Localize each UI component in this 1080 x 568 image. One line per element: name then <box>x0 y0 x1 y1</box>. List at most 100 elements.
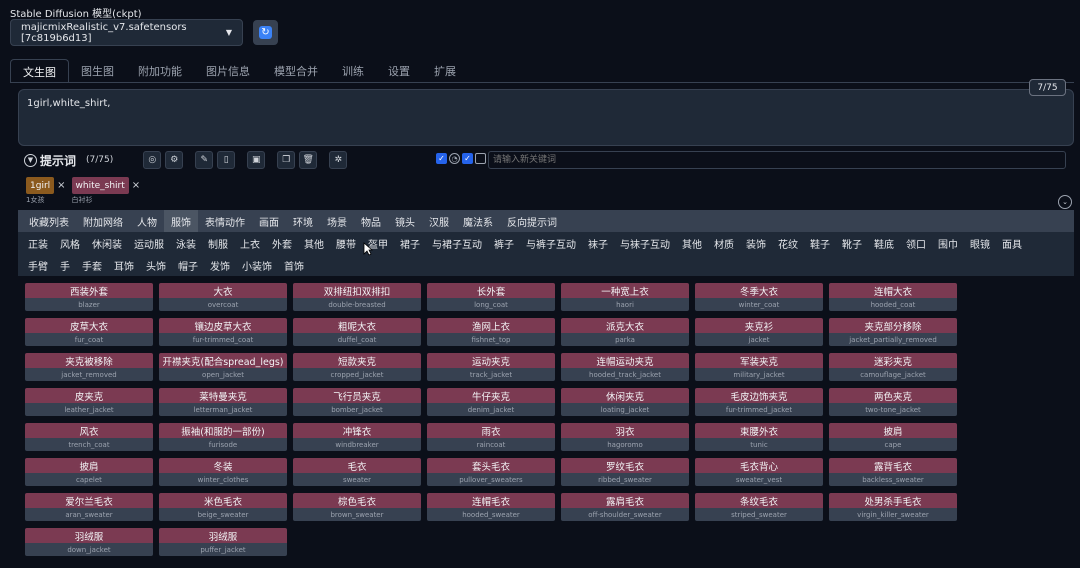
tag-button[interactable]: 西装外套 blazer <box>25 283 153 311</box>
tag-button[interactable]: 连帽大衣 hooded_coat <box>829 283 957 311</box>
category-tab[interactable]: 表情动作 <box>198 210 252 232</box>
subcategory-tab[interactable]: 小装饰 <box>236 254 278 276</box>
subcategory-tab[interactable]: 与袜子互动 <box>614 232 676 254</box>
subcategory-tab[interactable]: 休闲装 <box>86 232 128 254</box>
subcategory-tab[interactable]: 材质 <box>708 232 740 254</box>
chip-tag[interactable]: white_shirt <box>71 177 129 194</box>
prompt-section-toggle[interactable]: ▼ 提示词 (7/75) <box>24 152 113 169</box>
keyword-input[interactable] <box>488 151 1066 169</box>
tag-button[interactable]: 罗纹毛衣 ribbed_sweater <box>561 458 689 486</box>
tag-button[interactable]: 风衣 trench_coat <box>25 423 153 451</box>
tag-button[interactable]: 大衣 overcoat <box>159 283 287 311</box>
toggle-checkbox[interactable]: ✓ <box>462 153 473 164</box>
tag-button[interactable]: 棕色毛衣 brown_sweater <box>293 493 421 521</box>
subcategory-tab[interactable]: 领口 <box>900 232 932 254</box>
subcategory-tab[interactable]: 花纹 <box>772 232 804 254</box>
category-tab[interactable]: 魔法系 <box>456 210 500 232</box>
tag-button[interactable]: 毛皮边饰夹克 fur-trimmed_jacket <box>695 388 823 416</box>
category-tab[interactable]: 人物 <box>130 210 164 232</box>
category-tab[interactable]: 服饰 <box>164 210 198 232</box>
category-tab[interactable]: 环境 <box>286 210 320 232</box>
tag-button[interactable]: 爱尔兰毛衣 aran_sweater <box>25 493 153 521</box>
category-tab[interactable]: 附加网络 <box>76 210 130 232</box>
tab-3[interactable]: 图片信息 <box>194 59 262 83</box>
tag-button[interactable]: 条纹毛衣 striped_sweater <box>695 493 823 521</box>
subcategory-tab[interactable]: 裤子 <box>488 232 520 254</box>
tag-button[interactable]: 米色毛衣 beige_sweater <box>159 493 287 521</box>
copy-icon[interactable]: ❐ <box>277 151 296 169</box>
subcategory-tab[interactable]: 装饰 <box>740 232 772 254</box>
subcategory-tab[interactable]: 头饰 <box>140 254 172 276</box>
tag-button[interactable]: 羽绒服 puffer_jacket <box>159 528 287 556</box>
tab-4[interactable]: 模型合并 <box>262 59 330 83</box>
tag-button[interactable]: 冲锋衣 windbreaker <box>293 423 421 451</box>
subcategory-tab[interactable]: 上衣 <box>234 232 266 254</box>
tag-button[interactable]: 毛衣背心 sweater_vest <box>695 458 823 486</box>
category-tab[interactable]: 反向提示词 <box>500 210 564 232</box>
subcategory-tab[interactable]: 围巾 <box>932 232 964 254</box>
tag-button[interactable]: 处男杀手毛衣 virgin_killer_sweater <box>829 493 957 521</box>
tag-button[interactable]: 夹克衫 jacket <box>695 318 823 346</box>
subcategory-tab[interactable]: 风格 <box>54 232 86 254</box>
subcategory-tab[interactable]: 制服 <box>202 232 234 254</box>
tab-2[interactable]: 附加功能 <box>126 59 194 83</box>
tag-button[interactable]: 披肩 cape <box>829 423 957 451</box>
tag-button[interactable]: 一种宽上衣 haori <box>561 283 689 311</box>
tag-button[interactable]: 披肩 capelet <box>25 458 153 486</box>
subcategory-tab[interactable]: 其他 <box>298 232 330 254</box>
subcategory-tab[interactable]: 其他 <box>676 232 708 254</box>
tag-button[interactable]: 派克大衣 parka <box>561 318 689 346</box>
subcategory-tab[interactable]: 袜子 <box>582 232 614 254</box>
subcategory-tab[interactable]: 发饰 <box>204 254 236 276</box>
tab-1[interactable]: 图生图 <box>69 59 126 83</box>
tag-button[interactable]: 套头毛衣 pullover_sweaters <box>427 458 555 486</box>
tag-button[interactable]: 羽衣 hagoromo <box>561 423 689 451</box>
tag-button[interactable]: 粗呢大衣 duffel_coat <box>293 318 421 346</box>
tag-button[interactable]: 露肩毛衣 off-shoulder_sweater <box>561 493 689 521</box>
subcategory-tab[interactable]: 与裤子互动 <box>520 232 582 254</box>
subcategory-tab[interactable]: 手臂 <box>22 254 54 276</box>
subcategory-tab[interactable]: 眼镜 <box>964 232 996 254</box>
toggle-checkbox[interactable]: ✓ <box>436 153 447 164</box>
tag-button[interactable]: 振袖(和服的一部份) furisode <box>159 423 287 451</box>
image-icon[interactable]: ▣ <box>247 151 266 169</box>
tag-button[interactable]: 长外套 long_coat <box>427 283 555 311</box>
settings-icon[interactable]: ⚙ <box>165 151 184 169</box>
subcategory-tab[interactable]: 靴子 <box>836 232 868 254</box>
subcategory-tab[interactable]: 手套 <box>76 254 108 276</box>
subcategory-tab[interactable]: 帽子 <box>172 254 204 276</box>
tag-button[interactable]: 莱特曼夹克 letterman_jacket <box>159 388 287 416</box>
subcategory-tab[interactable]: 鞋子 <box>804 232 836 254</box>
subcategory-tab[interactable]: 耳饰 <box>108 254 140 276</box>
subcategory-tab[interactable]: 外套 <box>266 232 298 254</box>
tag-button[interactable]: 渔网上衣 fishnet_top <box>427 318 555 346</box>
subcategory-tab[interactable]: 泳装 <box>170 232 202 254</box>
chevron-down-icon[interactable]: ⌄ <box>1058 195 1072 209</box>
tab-0[interactable]: 文生图 <box>10 59 69 83</box>
tag-button[interactable]: 牛仔夹克 denim_jacket <box>427 388 555 416</box>
tag-button[interactable]: 军装夹克 military_jacket <box>695 353 823 381</box>
tag-button[interactable]: 镶边皮草大衣 fur-trimmed_coat <box>159 318 287 346</box>
chip-tag[interactable]: 1girl <box>26 177 55 194</box>
tag-button[interactable]: 冬季大衣 winter_coat <box>695 283 823 311</box>
refresh-button[interactable]: ↻ <box>253 20 278 45</box>
tag-button[interactable]: 飞行员夹克 bomber_jacket <box>293 388 421 416</box>
category-tab[interactable]: 物品 <box>354 210 388 232</box>
toggle-checkbox[interactable] <box>475 153 486 164</box>
category-tab[interactable]: 镜头 <box>388 210 422 232</box>
close-icon[interactable]: × <box>132 180 140 191</box>
tag-button[interactable]: 短款夹克 cropped_jacket <box>293 353 421 381</box>
subcategory-tab[interactable]: 首饰 <box>278 254 310 276</box>
subcategory-tab[interactable]: 裙子 <box>394 232 426 254</box>
model-select[interactable]: majicmixRealistic_v7.safetensors [7c819b… <box>10 19 243 46</box>
category-tab[interactable]: 画面 <box>252 210 286 232</box>
close-icon[interactable]: × <box>57 180 65 191</box>
subcategory-tab[interactable]: 面具 <box>996 232 1028 254</box>
tag-button[interactable]: 连帽毛衣 hooded_sweater <box>427 493 555 521</box>
tag-button[interactable]: 夹克部分移除 jacket_partially_removed <box>829 318 957 346</box>
subcategory-tab[interactable]: 手 <box>54 254 76 276</box>
tab-5[interactable]: 训练 <box>330 59 376 83</box>
tag-button[interactable]: 皮夹克 leather_jacket <box>25 388 153 416</box>
tab-6[interactable]: 设置 <box>376 59 422 83</box>
globe-icon[interactable]: ◎ <box>143 151 162 169</box>
